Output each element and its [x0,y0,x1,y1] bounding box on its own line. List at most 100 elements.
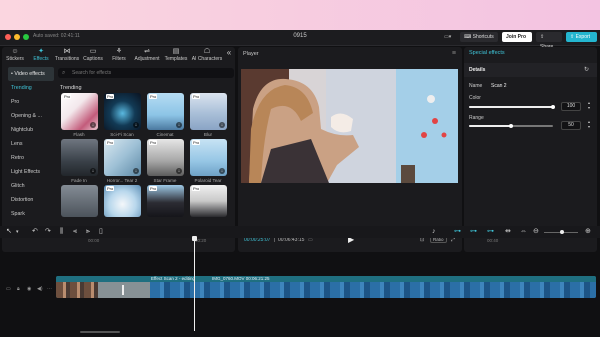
download-icon[interactable]: ↓ [90,122,96,128]
zoom-out-icon[interactable]: ⊖ [533,228,539,236]
effect-thumb-polaroid-tear[interactable]: Pro ↓ [190,139,227,176]
track-lock-icon[interactable]: ▭ [6,286,11,292]
tab-templates[interactable]: ▤ Templates [162,48,190,63]
more-icon[interactable]: ⋯ [47,286,52,292]
slider-knob[interactable] [509,124,513,128]
playhead-handle[interactable] [192,236,197,241]
category-distortion[interactable]: Distortion [8,193,54,207]
eye-icon[interactable]: ◉ [27,286,31,292]
effect-thumb-fade-in[interactable]: ↓ [61,139,98,176]
delete-icon[interactable]: ▯ [99,228,103,236]
category-pro[interactable]: Pro [8,95,54,109]
player-title: Player [243,51,259,57]
download-icon[interactable]: ↓ [219,122,225,128]
download-icon[interactable]: ↓ [219,168,225,174]
effect-thumb[interactable]: Pro [190,185,227,217]
download-icon[interactable]: ↓ [176,168,182,174]
collapse-panel-icon[interactable]: « [224,48,234,63]
effect-label: Horror... Tear 2 [106,178,138,183]
split-icon[interactable]: ⫼ [60,228,63,236]
color-stepper-icon[interactable]: ▴ ▾ [588,100,590,110]
color-slider[interactable] [469,105,555,109]
effects-icon: ✦ [38,48,44,55]
split-left-icon[interactable]: ⫷ [73,228,77,236]
title-bar: Auto saved: 02:41:11 0915 ▭▾ ⌨ Shortcuts… [0,30,600,50]
trim-handle[interactable] [122,285,124,295]
tab-filters[interactable]: ⚘ Filters [106,48,132,63]
lock-icon[interactable]: 🔒︎ [17,286,20,292]
category-retro[interactable]: Retro [8,151,54,165]
tab-transitions[interactable]: ⋈ Transitions [54,48,80,63]
effect-thumb-blur[interactable]: Pro ↓ [190,93,227,130]
reset-icon[interactable]: ↻ [584,66,589,73]
captions-icon: ▭ [89,48,97,55]
horizontal-scrollbar[interactable] [80,331,120,333]
tab-ai-characters[interactable]: ☖ AI Characters [190,48,224,63]
download-icon[interactable]: ↓ [176,122,182,128]
download-icon[interactable]: ↓ [90,168,96,174]
video-preview[interactable] [241,69,458,183]
preview-axis-icon[interactable]: ⇔ [520,228,527,236]
category-light-effects[interactable]: Light Effects [8,165,54,179]
category-header-video-effects[interactable]: • Video effects [8,67,54,81]
selected-segment[interactable] [98,282,150,298]
zoom-knob[interactable] [560,230,564,234]
split-right-icon[interactable]: ⫸ [86,228,90,236]
tab-captions[interactable]: ▭ Captions [80,48,106,63]
category-lens[interactable]: Lens [8,137,54,151]
download-icon[interactable]: ↓ [133,122,139,128]
effect-label: Cinemat [156,132,174,137]
video-frame [241,69,458,183]
menu-icon[interactable]: ≡ [452,50,456,57]
audio-icon[interactable]: ◀) [37,286,43,292]
microphone-icon[interactable]: ♪ [432,228,436,236]
category-spark[interactable]: Spark [8,207,54,221]
tab-adjustment[interactable]: ⇌ Adjustment [132,48,162,63]
zoom-fit-icon[interactable]: ⊕ [585,228,591,236]
chevron-down-icon[interactable]: ▾ [16,228,19,236]
range-stepper-icon[interactable]: ▴ ▾ [588,119,590,129]
time-ruler[interactable]: 00:00 00:20 00:40 [55,238,600,248]
effect-thumb[interactable]: Pro [104,185,141,217]
share-button[interactable]: ⇪ Share [536,32,562,50]
tab-stickers[interactable]: ☺ Stickers [2,48,28,63]
category-nightclub[interactable]: Nightclub [8,123,54,137]
download-icon[interactable]: ↓ [133,168,139,174]
range-value-input[interactable]: 50 [561,121,581,130]
zoom-slider[interactable] [544,230,578,234]
export-button[interactable]: ⇧ Export [566,32,597,42]
effect-thumb-horror-tear[interactable]: Pro ↓ [104,139,141,176]
effect-thumb[interactable]: Pro [147,185,184,217]
playhead[interactable] [192,236,197,331]
redo-icon[interactable]: ↷ [45,228,51,236]
slider-fill [469,125,511,127]
transitions-icon: ⋈ [63,48,71,55]
details-header: Details ↻ [464,63,597,77]
undo-icon[interactable]: ↶ [32,228,38,236]
category-trending[interactable]: Trending [8,81,54,95]
shortcuts-button[interactable]: ⌨ Shortcuts [460,32,498,42]
category-glitch[interactable]: Glitch [8,179,54,193]
effect-label: Star Frame [153,178,177,183]
category-opening[interactable]: Opening & ... [8,109,54,123]
layout-toggle-icon[interactable]: ▭▾ [440,32,456,42]
select-tool-icon[interactable]: ↖ [6,228,12,236]
effect-thumb-star-frame[interactable]: Pro ↓ [147,139,184,176]
slider-knob[interactable] [551,105,555,109]
effect-thumb[interactable] [61,185,98,217]
range-slider[interactable] [469,124,553,128]
effect-thumb-cinemat[interactable]: Pro ↓ [147,93,184,130]
color-value-input[interactable]: 100 [561,102,581,111]
effect-thumb-sci-fi-scan[interactable]: Pro ↓ [104,93,141,130]
effect-thumb-flash[interactable]: Pro ↓ [61,93,98,130]
link-main-track-icon[interactable]: ⊶ [454,228,461,236]
video-track[interactable]: Effect Scan 2 - editing IMG_0760.MOV 00:… [56,276,596,298]
color-label: Color [469,95,481,101]
join-pro-button[interactable]: Join Pro [502,32,532,42]
link-clips-icon[interactable]: ⊶ [487,228,494,236]
search-input[interactable]: ⌕ Search for effects [58,68,234,78]
magnet-icon[interactable]: ⊶ [470,228,477,236]
align-icon[interactable]: ⇹ [505,228,511,236]
sticker-icon: ☺ [11,48,19,55]
tab-effects[interactable]: ✦ Effects [28,48,54,63]
